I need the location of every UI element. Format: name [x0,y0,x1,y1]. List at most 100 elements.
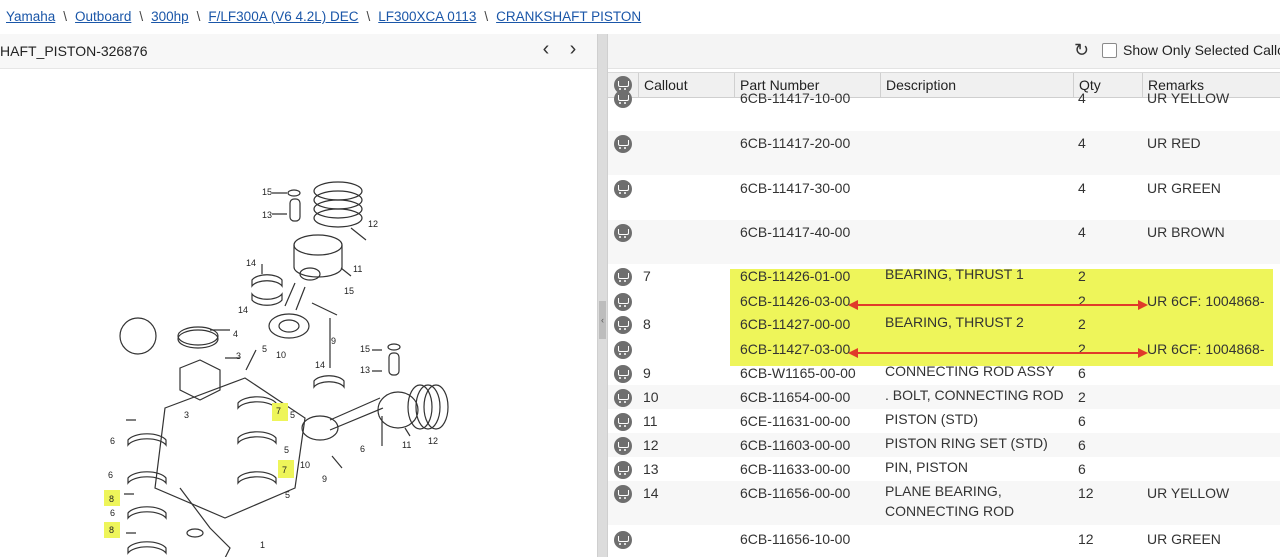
remarks-cell: UR GREEN [1147,531,1221,547]
part-number-cell[interactable]: 6CB-11654-00-00 [740,389,850,405]
part-number-cell[interactable]: 6CB-11417-30-00 [740,180,850,196]
part-number-cell[interactable]: 6CB-11417-40-00 [740,224,850,240]
table-row[interactable]: 8 6CB-11427-00-00 BEARING, THRUST 2 2 [608,312,1280,336]
description-cell: BEARING, THRUST 1 [885,264,1024,284]
part-number-cell[interactable]: 6CB-11656-10-00 [740,531,850,547]
cart-icon[interactable] [614,293,632,311]
cart-icon[interactable] [614,135,632,153]
table-row[interactable]: 6CB-11417-40-00 4 UR BROWN [608,220,1280,264]
table-row[interactable]: 6CB-11417-20-00 4 UR RED [608,131,1280,175]
breadcrumb-link-model[interactable]: F/LF300A (V6 4.2L) DEC [208,9,358,24]
cart-icon[interactable] [614,90,632,108]
part-number-cell[interactable]: 6CB-11656-00-00 [740,485,850,501]
pane-splitter[interactable]: ‹ [597,34,608,557]
table-row[interactable]: 14 6CB-11656-00-00 PLANE BEARING, CONNECTIN… [608,481,1280,525]
table-row[interactable]: 6CB-11417-30-00 4 UR GREEN [608,176,1280,220]
add-to-cart-cell[interactable] [614,485,632,506]
add-to-cart-cell[interactable] [614,531,632,552]
qty-cell: 2 [1078,316,1086,332]
callout-label: 3 [184,410,189,420]
table-row[interactable]: 6CB-11656-10-00 12 UR GREEN [608,527,1280,557]
breadcrumb-link-hp[interactable]: 300hp [151,9,189,24]
callout-label: 11 [402,440,411,450]
exploded-parts-diagram[interactable]: 15 13 12 11 14 15 14 4 9 3 10 5 15 14 13… [0,68,597,557]
collapse-handle-icon[interactable]: ‹ [599,301,606,339]
part-number-cell[interactable]: 6CB-11426-03-00 [740,293,850,309]
callout-cell: 8 [643,316,651,332]
cart-icon[interactable] [614,437,632,455]
add-to-cart-cell[interactable] [614,316,632,337]
show-selected-label: Show Only Selected Callo [1123,42,1280,58]
table-row[interactable]: 13 6CB-11633-00-00 PIN, PISTON 6 [608,457,1280,481]
part-number-cell[interactable]: 6CB-11633-00-00 [740,461,850,477]
add-to-cart-cell[interactable] [614,461,632,482]
cart-icon[interactable] [614,365,632,383]
cart-icon[interactable] [614,224,632,242]
table-row[interactable]: 12 6CB-11603-00-00 PISTON RING SET (STD) 6 [608,433,1280,457]
cart-icon[interactable] [614,180,632,198]
description-line: BEARING, THRUST 2 [885,314,1024,330]
cart-icon[interactable] [614,268,632,286]
remarks-cell: UR 6CF: 1004868- [1147,341,1265,357]
add-to-cart-cell[interactable] [614,341,632,362]
callout-label: 15 [360,344,370,354]
callout-cell: 9 [643,365,651,381]
part-number-cell[interactable]: 6CE-11631-00-00 [740,413,850,429]
qty-cell: 2 [1078,341,1086,357]
callout-label: 12 [368,219,378,229]
table-row[interactable]: 6CB-11427-03-00 2 UR 6CF: 1004868- [608,337,1280,361]
cart-icon[interactable] [614,413,632,431]
description-line: . BOLT, CONNECTING ROD [885,387,1064,403]
description-cell: BEARING, THRUST 2 [885,312,1024,332]
callout-label: 11 [353,264,362,274]
remarks-cell: UR RED [1147,135,1201,151]
add-to-cart-cell[interactable] [614,224,632,245]
table-row[interactable]: 7 6CB-11426-01-00 BEARING, THRUST 1 2 [608,264,1280,288]
refresh-icon[interactable]: ↻ [1074,40,1089,61]
part-number-cell[interactable]: 6CB-11427-00-00 [740,316,850,332]
table-row[interactable]: 9 6CB-W1165-00-00 CONNECTING ROD ASSY 6 [608,361,1280,385]
cart-icon[interactable] [614,485,632,503]
remarks-cell: UR YELLOW [1147,485,1230,501]
table-row[interactable]: 6CB-11417-10-00 4 UR YELLOW [608,86,1280,130]
part-number-cell[interactable]: 6CB-11427-03-00 [740,341,850,357]
part-number-cell[interactable]: 6CB-W1165-00-00 [740,365,856,381]
add-to-cart-cell[interactable] [614,437,632,458]
callout-label: 9 [322,474,327,484]
table-row[interactable]: 10 6CB-11654-00-00 . BOLT, CONNECTING ROD 2 [608,385,1280,409]
breadcrumb-separator: \ [484,9,489,24]
qty-cell: 4 [1078,180,1086,196]
show-selected-checkbox[interactable] [1102,43,1117,58]
breadcrumb-link-category[interactable]: Outboard [75,9,131,24]
callout-label-highlighted: 8 [109,525,114,535]
breadcrumb-separator: \ [63,9,68,24]
cart-icon[interactable] [614,461,632,479]
add-to-cart-cell[interactable] [614,268,632,289]
breadcrumb-link-section[interactable]: CRANKSHAFT PISTON [496,9,641,24]
callout-label: 13 [262,210,272,220]
part-number-cell[interactable]: 6CB-11417-10-00 [740,90,850,106]
remarks-cell: UR GREEN [1147,180,1221,196]
cart-icon[interactable] [614,389,632,407]
chevron-left-icon[interactable]: ‹ [536,39,556,60]
part-number-cell[interactable]: 6CB-11417-20-00 [740,135,850,151]
cart-icon[interactable] [614,316,632,334]
table-row[interactable]: 6CB-11426-03-00 2 UR 6CF: 1004868- [608,289,1280,313]
diagram-pane: HAFT_PISTON-326876 ‹ › 15 13 12 11 14 15… [0,34,597,557]
cart-icon[interactable] [614,341,632,359]
add-to-cart-cell[interactable] [614,293,632,314]
table-row[interactable]: 11 6CE-11631-00-00 PISTON (STD) 6 [608,409,1280,433]
add-to-cart-cell[interactable] [614,135,632,156]
cart-icon[interactable] [614,531,632,549]
add-to-cart-cell[interactable] [614,389,632,410]
breadcrumb-link-submodel[interactable]: LF300XCA 0113 [378,9,476,24]
breadcrumb-link-make[interactable]: Yamaha [6,9,55,24]
chevron-right-icon[interactable]: › [563,39,583,60]
add-to-cart-cell[interactable] [614,180,632,201]
add-to-cart-cell[interactable] [614,90,632,111]
part-number-cell[interactable]: 6CB-11426-01-00 [740,268,850,284]
add-to-cart-cell[interactable] [614,365,632,386]
part-number-cell[interactable]: 6CB-11603-00-00 [740,437,850,453]
qty-cell: 2 [1078,268,1086,284]
add-to-cart-cell[interactable] [614,413,632,434]
